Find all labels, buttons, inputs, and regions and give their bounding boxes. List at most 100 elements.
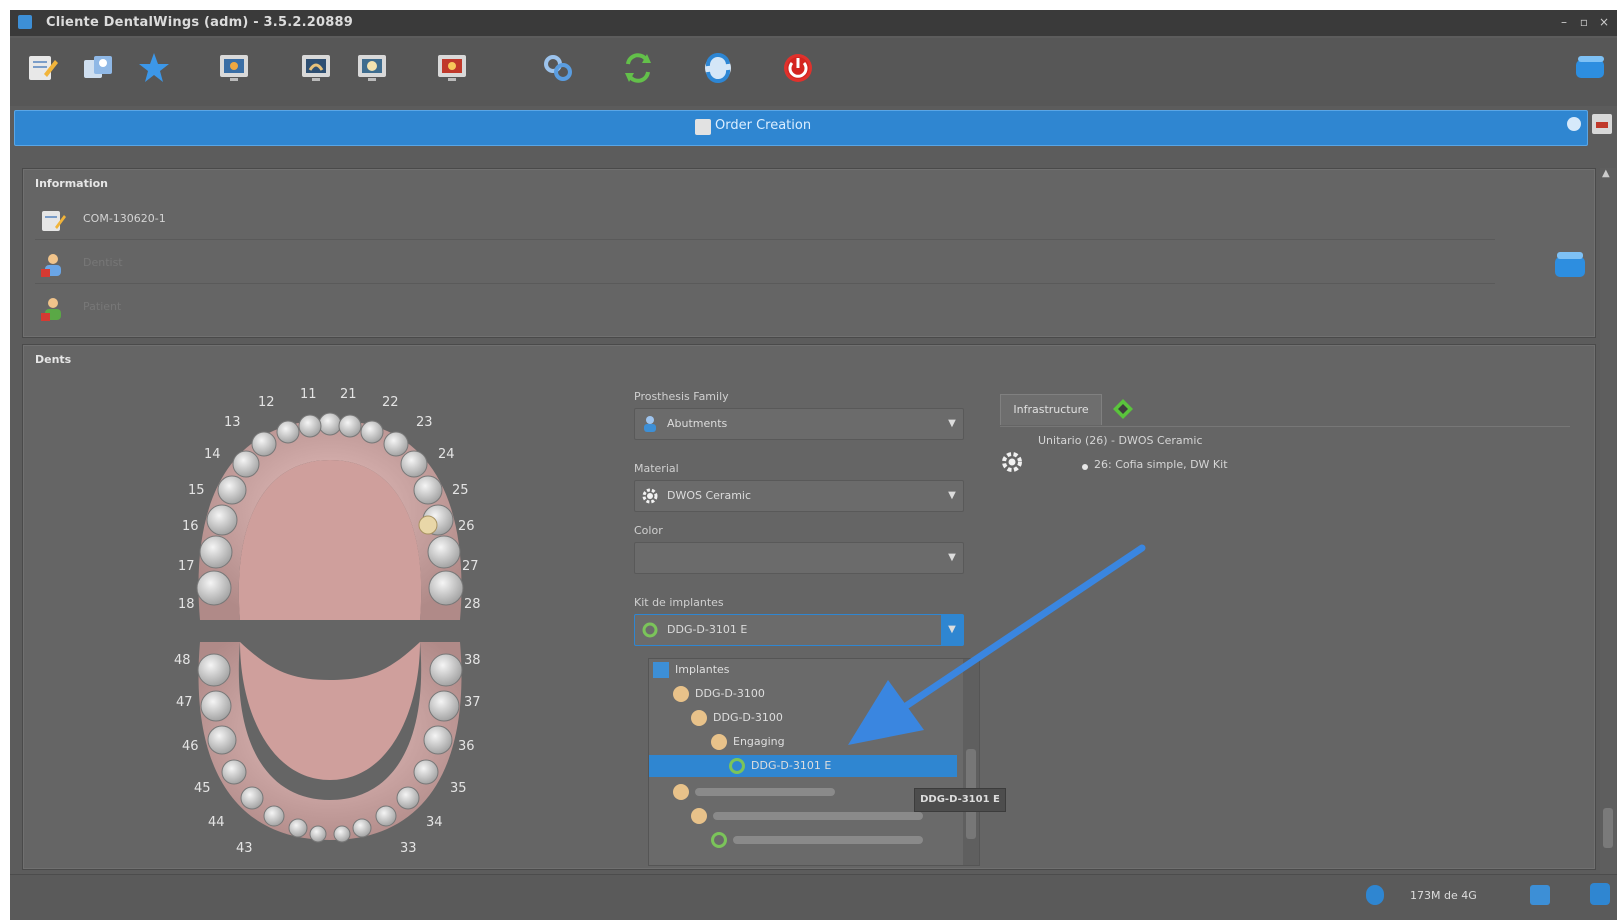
- tooth-46[interactable]: 46: [182, 739, 199, 754]
- refresh-icon[interactable]: [1590, 883, 1610, 905]
- tooth-13[interactable]: 13: [224, 415, 241, 430]
- tooth-12[interactable]: 12: [258, 395, 275, 410]
- edit-order-icon[interactable]: [24, 50, 60, 86]
- app-icon: [18, 15, 32, 29]
- tooth-22[interactable]: 22: [382, 395, 399, 410]
- chevron-down-icon[interactable]: ▼: [941, 409, 963, 439]
- patient-icon: [39, 295, 67, 323]
- monitor-icon[interactable]: [216, 50, 252, 86]
- blurred-label: [713, 812, 923, 820]
- tooth-27[interactable]: 27: [462, 559, 479, 574]
- main-scrollbar[interactable]: ▲: [1600, 168, 1616, 878]
- viewer-icon[interactable]: [434, 50, 470, 86]
- maximize-button[interactable]: ▫: [1574, 12, 1594, 32]
- tooth-36[interactable]: 36: [458, 739, 475, 754]
- tooth-26[interactable]: 26: [458, 519, 475, 534]
- order-creation-ribbon[interactable]: Order Creation: [14, 110, 1588, 146]
- dentist-row[interactable]: Dentist: [35, 245, 1495, 284]
- bullet-icon: [1082, 464, 1088, 470]
- infrastructure-item-title[interactable]: Unitario (26) - DWOS Ceramic: [1038, 434, 1203, 447]
- database-side-icon[interactable]: [1553, 249, 1587, 279]
- link-icon[interactable]: [540, 50, 576, 86]
- scroll-thumb[interactable]: [1603, 808, 1613, 848]
- selected-tooth-26[interactable]: [418, 515, 438, 535]
- material-label: Material: [634, 462, 679, 475]
- database-icon[interactable]: [1572, 50, 1608, 86]
- blurred-label: [733, 836, 923, 844]
- tooth-48[interactable]: 48: [174, 653, 191, 668]
- tooth-24[interactable]: 24: [438, 447, 455, 462]
- tooth-14[interactable]: 14: [204, 447, 221, 462]
- tooth-16[interactable]: 16: [182, 519, 199, 534]
- material-select[interactable]: DWOS Ceramic ▼: [634, 480, 964, 512]
- dentist-icon: [39, 251, 67, 279]
- pin-icon[interactable]: [1567, 117, 1581, 131]
- close-tab-icon[interactable]: [1592, 114, 1612, 134]
- order-id: COM-130620-1: [83, 212, 166, 225]
- gear-icon[interactable]: [1000, 450, 1024, 474]
- chevron-down-icon[interactable]: ▼: [941, 481, 963, 511]
- main-toolbar: [10, 38, 1617, 106]
- tooth-44[interactable]: 44: [208, 815, 225, 830]
- order-creation-icon: [695, 119, 711, 135]
- person-icon: [673, 686, 689, 702]
- scan-icon[interactable]: [298, 50, 334, 86]
- star-icon[interactable]: [136, 50, 172, 86]
- title-bar: Cliente DentalWings (adm) - 3.5.2.20889 …: [10, 10, 1617, 36]
- tooth-21[interactable]: 21: [340, 387, 357, 402]
- dentist-field: Dentist: [83, 256, 123, 269]
- tree-item-implantes[interactable]: Implantes: [653, 659, 730, 681]
- tooth-38[interactable]: 38: [464, 653, 481, 668]
- tooth-23[interactable]: 23: [416, 415, 433, 430]
- order-row[interactable]: COM-130620-1: [35, 201, 1495, 240]
- prosthesis-family-select[interactable]: Abutments ▼: [634, 408, 964, 440]
- tooth-33[interactable]: 33: [400, 841, 417, 856]
- color-label: Color: [634, 524, 663, 537]
- app-window: Cliente DentalWings (adm) - 3.5.2.20889 …: [10, 10, 1617, 920]
- help-icon[interactable]: [1530, 885, 1550, 905]
- tooth-47[interactable]: 47: [176, 695, 193, 710]
- order-creation-label: Order Creation: [715, 118, 812, 133]
- memory-status: 173M de 4G: [1410, 889, 1477, 902]
- implant-icon: [729, 758, 745, 774]
- tooth-37[interactable]: 37: [464, 695, 481, 710]
- patient-row[interactable]: Patient: [35, 289, 1495, 327]
- add-element-icon[interactable]: [1112, 398, 1134, 420]
- tooth-15[interactable]: 15: [188, 483, 205, 498]
- design-icon[interactable]: [354, 50, 390, 86]
- annotation-arrow: [848, 544, 1146, 745]
- users-icon[interactable]: [80, 50, 116, 86]
- tree-item-blurred-3[interactable]: [711, 829, 971, 851]
- tooth-18[interactable]: 18: [178, 597, 195, 612]
- tree-item-blurred-1[interactable]: [673, 781, 873, 803]
- transfer-icon[interactable]: [700, 50, 736, 86]
- blurred-label: [695, 788, 835, 796]
- tooth-17[interactable]: 17: [178, 559, 195, 574]
- close-button[interactable]: ×: [1594, 12, 1614, 32]
- tooth-35[interactable]: 35: [450, 781, 467, 796]
- infrastructure-item-sub[interactable]: 26: Cofia simple, DW Kit: [1094, 458, 1228, 471]
- sync-icon[interactable]: [620, 50, 656, 86]
- info-icon[interactable]: [1366, 885, 1384, 905]
- tooth-25[interactable]: 25: [452, 483, 469, 498]
- power-icon[interactable]: [780, 50, 816, 86]
- window-title: Cliente DentalWings (adm) - 3.5.2.20889: [46, 15, 353, 30]
- tooth-34[interactable]: 34: [426, 815, 443, 830]
- tree-item-blurred-2[interactable]: [691, 805, 951, 827]
- person-icon: [691, 710, 707, 726]
- folder-icon: [653, 662, 669, 678]
- tree-item-level2[interactable]: DDG-D-3100: [691, 707, 783, 729]
- status-bar: 173M de 4G: [10, 874, 1617, 920]
- tree-item-level1[interactable]: DDG-D-3100: [673, 683, 765, 705]
- tree-item-engaging[interactable]: Engaging: [711, 731, 785, 753]
- tooth-28[interactable]: 28: [464, 597, 481, 612]
- tooth-45[interactable]: 45: [194, 781, 211, 796]
- minimize-button[interactable]: –: [1554, 12, 1574, 32]
- scroll-up-icon[interactable]: ▲: [1602, 168, 1610, 179]
- tooth-43[interactable]: 43: [236, 841, 253, 856]
- dental-chart[interactable]: 11 21 12 22 13 23 14 24 15 25 16 26 17 2…: [160, 380, 500, 870]
- implant-icon: [711, 832, 727, 848]
- person-icon: [673, 784, 689, 800]
- tab-infrastructure[interactable]: Infrastructure: [1000, 394, 1102, 425]
- tooth-11[interactable]: 11: [300, 387, 317, 402]
